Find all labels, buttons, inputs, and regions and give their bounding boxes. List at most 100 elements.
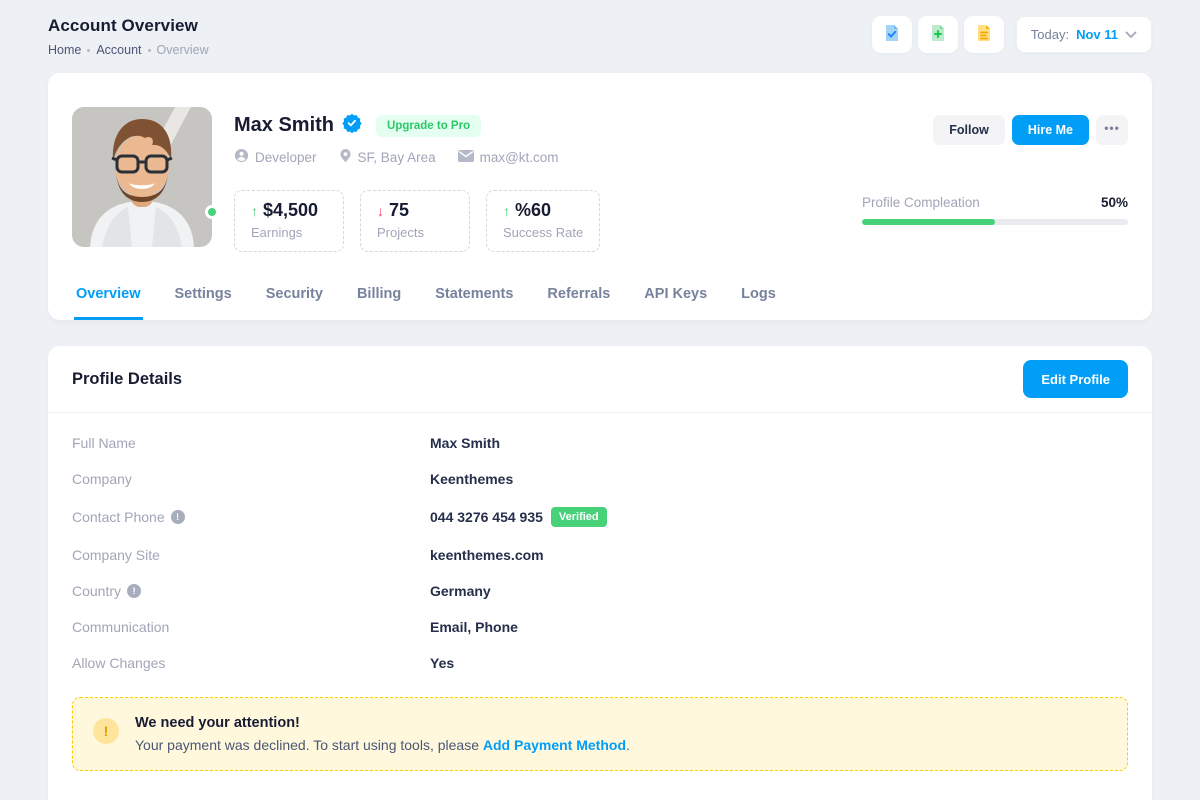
profile-tabs: Overview Settings Security Billing State… [72, 282, 1128, 320]
stat-earnings-label: Earnings [251, 225, 327, 240]
breadcrumb-overview: Overview [157, 43, 209, 57]
file-notes-button[interactable] [964, 16, 1004, 53]
tab-statements[interactable]: Statements [433, 282, 515, 320]
breadcrumb-account[interactable]: Account [96, 43, 141, 57]
warning-icon: ! [93, 718, 119, 744]
meta-location[interactable]: SF, Bay Area [339, 148, 436, 166]
detail-label: Full Name [72, 435, 430, 451]
detail-row-full-name: Full Name Max Smith [72, 425, 1128, 461]
page: Account Overview Home Account Overview [0, 0, 1200, 800]
page-title: Account Overview [48, 16, 209, 36]
details-title: Profile Details [72, 370, 182, 389]
file-plus-icon [928, 23, 948, 46]
profile-details-card: Profile Details Edit Profile Full Name M… [48, 346, 1152, 800]
tab-referrals[interactable]: Referrals [545, 282, 612, 320]
upgrade-to-pro-badge[interactable]: Upgrade to Pro [376, 115, 481, 137]
profile-progress-fill [862, 219, 995, 225]
info-icon[interactable]: ! [127, 584, 141, 598]
profile-name[interactable]: Max Smith [234, 114, 334, 137]
follow-button[interactable]: Follow [933, 115, 1005, 145]
profile-card: Max Smith Upgrade to Pro Developer SF, B… [48, 73, 1152, 320]
alert-body: Your payment was declined. To start usin… [135, 737, 630, 753]
stat-earnings: ↑ $4,500 Earnings [234, 190, 344, 252]
detail-value: Max Smith [430, 435, 500, 451]
stat-success-rate: ↑ %60 Success Rate [486, 190, 600, 252]
topbar-actions: Today: Nov 11 [872, 16, 1152, 53]
arrow-down-icon: ↓ [377, 204, 384, 218]
profile-main: Max Smith Upgrade to Pro Developer SF, B… [212, 107, 862, 252]
stats-row: ↑ $4,500 Earnings ↓ 75 Projects [234, 190, 862, 252]
detail-label: Allow Changes [72, 655, 430, 671]
stat-success-rate-label: Success Rate [503, 225, 583, 240]
detail-label: Company Site [72, 547, 430, 563]
arrow-up-icon: ↑ [503, 204, 510, 218]
breadcrumb: Home Account Overview [48, 43, 209, 57]
tab-logs[interactable]: Logs [739, 282, 778, 320]
topbar: Account Overview Home Account Overview [48, 16, 1152, 57]
meta-email-label: max@kt.com [480, 150, 559, 165]
meta-location-label: SF, Bay Area [358, 150, 436, 165]
file-check-icon [882, 23, 902, 46]
meta-email[interactable]: max@kt.com [458, 150, 559, 165]
alert-content: We need your attention! Your payment was… [135, 715, 630, 753]
detail-row-contact-phone: Contact Phone ! 044 3276 454 935 Verifie… [72, 497, 1128, 537]
edit-profile-button[interactable]: Edit Profile [1023, 360, 1128, 398]
detail-label: Country ! [72, 583, 430, 599]
detail-label: Company [72, 471, 430, 487]
today-value: Nov 11 [1076, 27, 1118, 42]
stat-projects: ↓ 75 Projects [360, 190, 470, 252]
file-lines-icon [974, 23, 994, 46]
attention-alert: ! We need your attention! Your payment w… [72, 697, 1128, 771]
stat-projects-label: Projects [377, 225, 453, 240]
info-icon[interactable]: ! [171, 510, 185, 524]
person-icon [234, 148, 249, 166]
breadcrumb-separator-icon [87, 49, 90, 52]
more-options-button[interactable]: ••• [1096, 115, 1128, 145]
arrow-up-icon: ↑ [251, 204, 258, 218]
verified-badge-icon [342, 113, 362, 138]
detail-row-allow-changes: Allow Changes Yes [72, 645, 1128, 681]
today-label: Today: [1031, 27, 1069, 42]
detail-row-country: Country ! Germany [72, 573, 1128, 609]
envelope-icon [458, 150, 474, 165]
tab-api-keys[interactable]: API Keys [642, 282, 709, 320]
add-payment-method-link[interactable]: Add Payment Method [483, 737, 626, 753]
profile-side: Follow Hire Me ••• Profile Compleation 5… [862, 107, 1128, 252]
detail-value: keenthemes.com [430, 547, 544, 563]
stat-earnings-value: $4,500 [263, 200, 318, 221]
detail-value: Email, Phone [430, 619, 518, 635]
breadcrumb-home[interactable]: Home [48, 43, 81, 57]
verified-status-badge: Verified [551, 507, 607, 527]
meta-role-label: Developer [255, 150, 317, 165]
details-body: Full Name Max Smith Company Keenthemes C… [48, 413, 1152, 681]
topbar-left: Account Overview Home Account Overview [48, 16, 209, 57]
tab-billing[interactable]: Billing [355, 282, 403, 320]
chevron-down-icon [1125, 27, 1137, 42]
profile-completion-label: Profile Compleation [862, 195, 980, 210]
alert-title: We need your attention! [135, 715, 630, 731]
date-selector[interactable]: Today: Nov 11 [1016, 16, 1152, 53]
progress-track [862, 219, 1128, 225]
tab-overview[interactable]: Overview [74, 282, 143, 320]
stat-projects-value: 75 [389, 200, 409, 221]
stat-success-rate-value: %60 [515, 200, 551, 221]
map-pin-icon [339, 148, 352, 166]
file-check-button[interactable] [872, 16, 912, 53]
profile-completion: Profile Compleation 50% [862, 195, 1128, 225]
detail-value: Yes [430, 655, 454, 671]
tab-security[interactable]: Security [264, 282, 325, 320]
online-status-dot [205, 205, 219, 219]
file-add-button[interactable] [918, 16, 958, 53]
detail-value: Keenthemes [430, 471, 513, 487]
tab-settings[interactable]: Settings [173, 282, 234, 320]
hire-me-button[interactable]: Hire Me [1012, 115, 1089, 145]
detail-value: Germany [430, 583, 491, 599]
detail-row-company: Company Keenthemes [72, 461, 1128, 497]
detail-label: Communication [72, 619, 430, 635]
detail-row-communication: Communication Email, Phone [72, 609, 1128, 645]
meta-role[interactable]: Developer [234, 148, 317, 166]
profile-completion-percent: 50% [1101, 195, 1128, 210]
breadcrumb-separator-icon [148, 49, 151, 52]
avatar [72, 107, 212, 247]
detail-value: 044 3276 454 935 Verified [430, 507, 607, 527]
